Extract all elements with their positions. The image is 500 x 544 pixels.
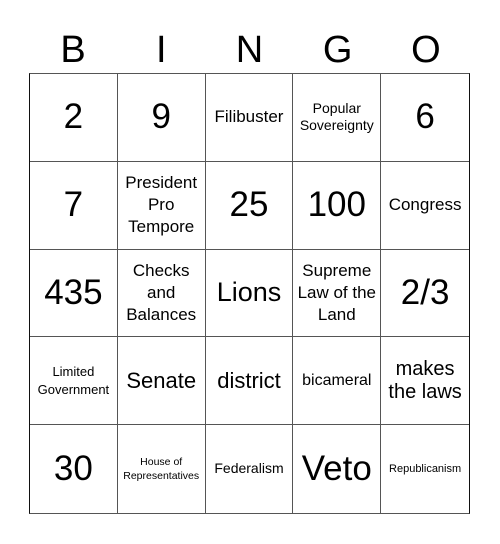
bingo-cell[interactable]: 2/3 bbox=[381, 250, 469, 338]
bingo-cell[interactable]: 6 bbox=[381, 74, 469, 162]
bingo-cell[interactable]: Checks and Balances bbox=[117, 249, 206, 338]
bingo-cell[interactable]: 7 bbox=[30, 161, 118, 250]
header-letter-o: O bbox=[411, 29, 441, 71]
bingo-cell[interactable]: Supreme Law of the Land bbox=[293, 249, 382, 338]
bingo-cell[interactable]: Republicanism bbox=[381, 425, 469, 513]
bingo-cell[interactable]: Lions bbox=[205, 249, 294, 338]
header-letter-i: I bbox=[156, 29, 167, 71]
bingo-cell[interactable]: district bbox=[205, 337, 294, 426]
bingo-card-grid: 2 9 Filibuster Popular Sovereignty 6 7 P… bbox=[29, 73, 470, 514]
bingo-cell[interactable]: Filibuster bbox=[205, 74, 294, 162]
bingo-cell[interactable]: 100 bbox=[293, 161, 382, 250]
bingo-cell[interactable]: 435 bbox=[30, 249, 118, 338]
header-letter-b: B bbox=[60, 29, 86, 71]
bingo-cell[interactable]: Senate bbox=[117, 337, 206, 426]
bingo-cell[interactable]: Veto bbox=[293, 425, 382, 513]
bingo-cell[interactable]: bicameral bbox=[293, 337, 382, 426]
bingo-cell[interactable]: Federalism bbox=[206, 425, 294, 513]
header-letter-g: G bbox=[322, 29, 353, 71]
bingo-cell[interactable]: 9 bbox=[117, 74, 206, 162]
header-letter-n: N bbox=[235, 29, 264, 71]
bingo-cell[interactable]: Congress bbox=[381, 162, 469, 250]
bingo-cell[interactable]: President Pro Tempore bbox=[117, 161, 206, 250]
bingo-header: B I N G O bbox=[29, 26, 470, 74]
bingo-cell[interactable]: 25 bbox=[205, 161, 294, 250]
bingo-cell[interactable]: makes the laws bbox=[381, 337, 469, 426]
bingo-cell[interactable]: 30 bbox=[30, 425, 118, 513]
bingo-cell[interactable]: House of Representatives bbox=[118, 425, 206, 513]
bingo-cell[interactable]: Popular Sovereignty bbox=[293, 74, 382, 162]
bingo-cell[interactable]: Limited Government bbox=[30, 337, 118, 426]
bingo-cell[interactable]: 2 bbox=[30, 74, 118, 162]
